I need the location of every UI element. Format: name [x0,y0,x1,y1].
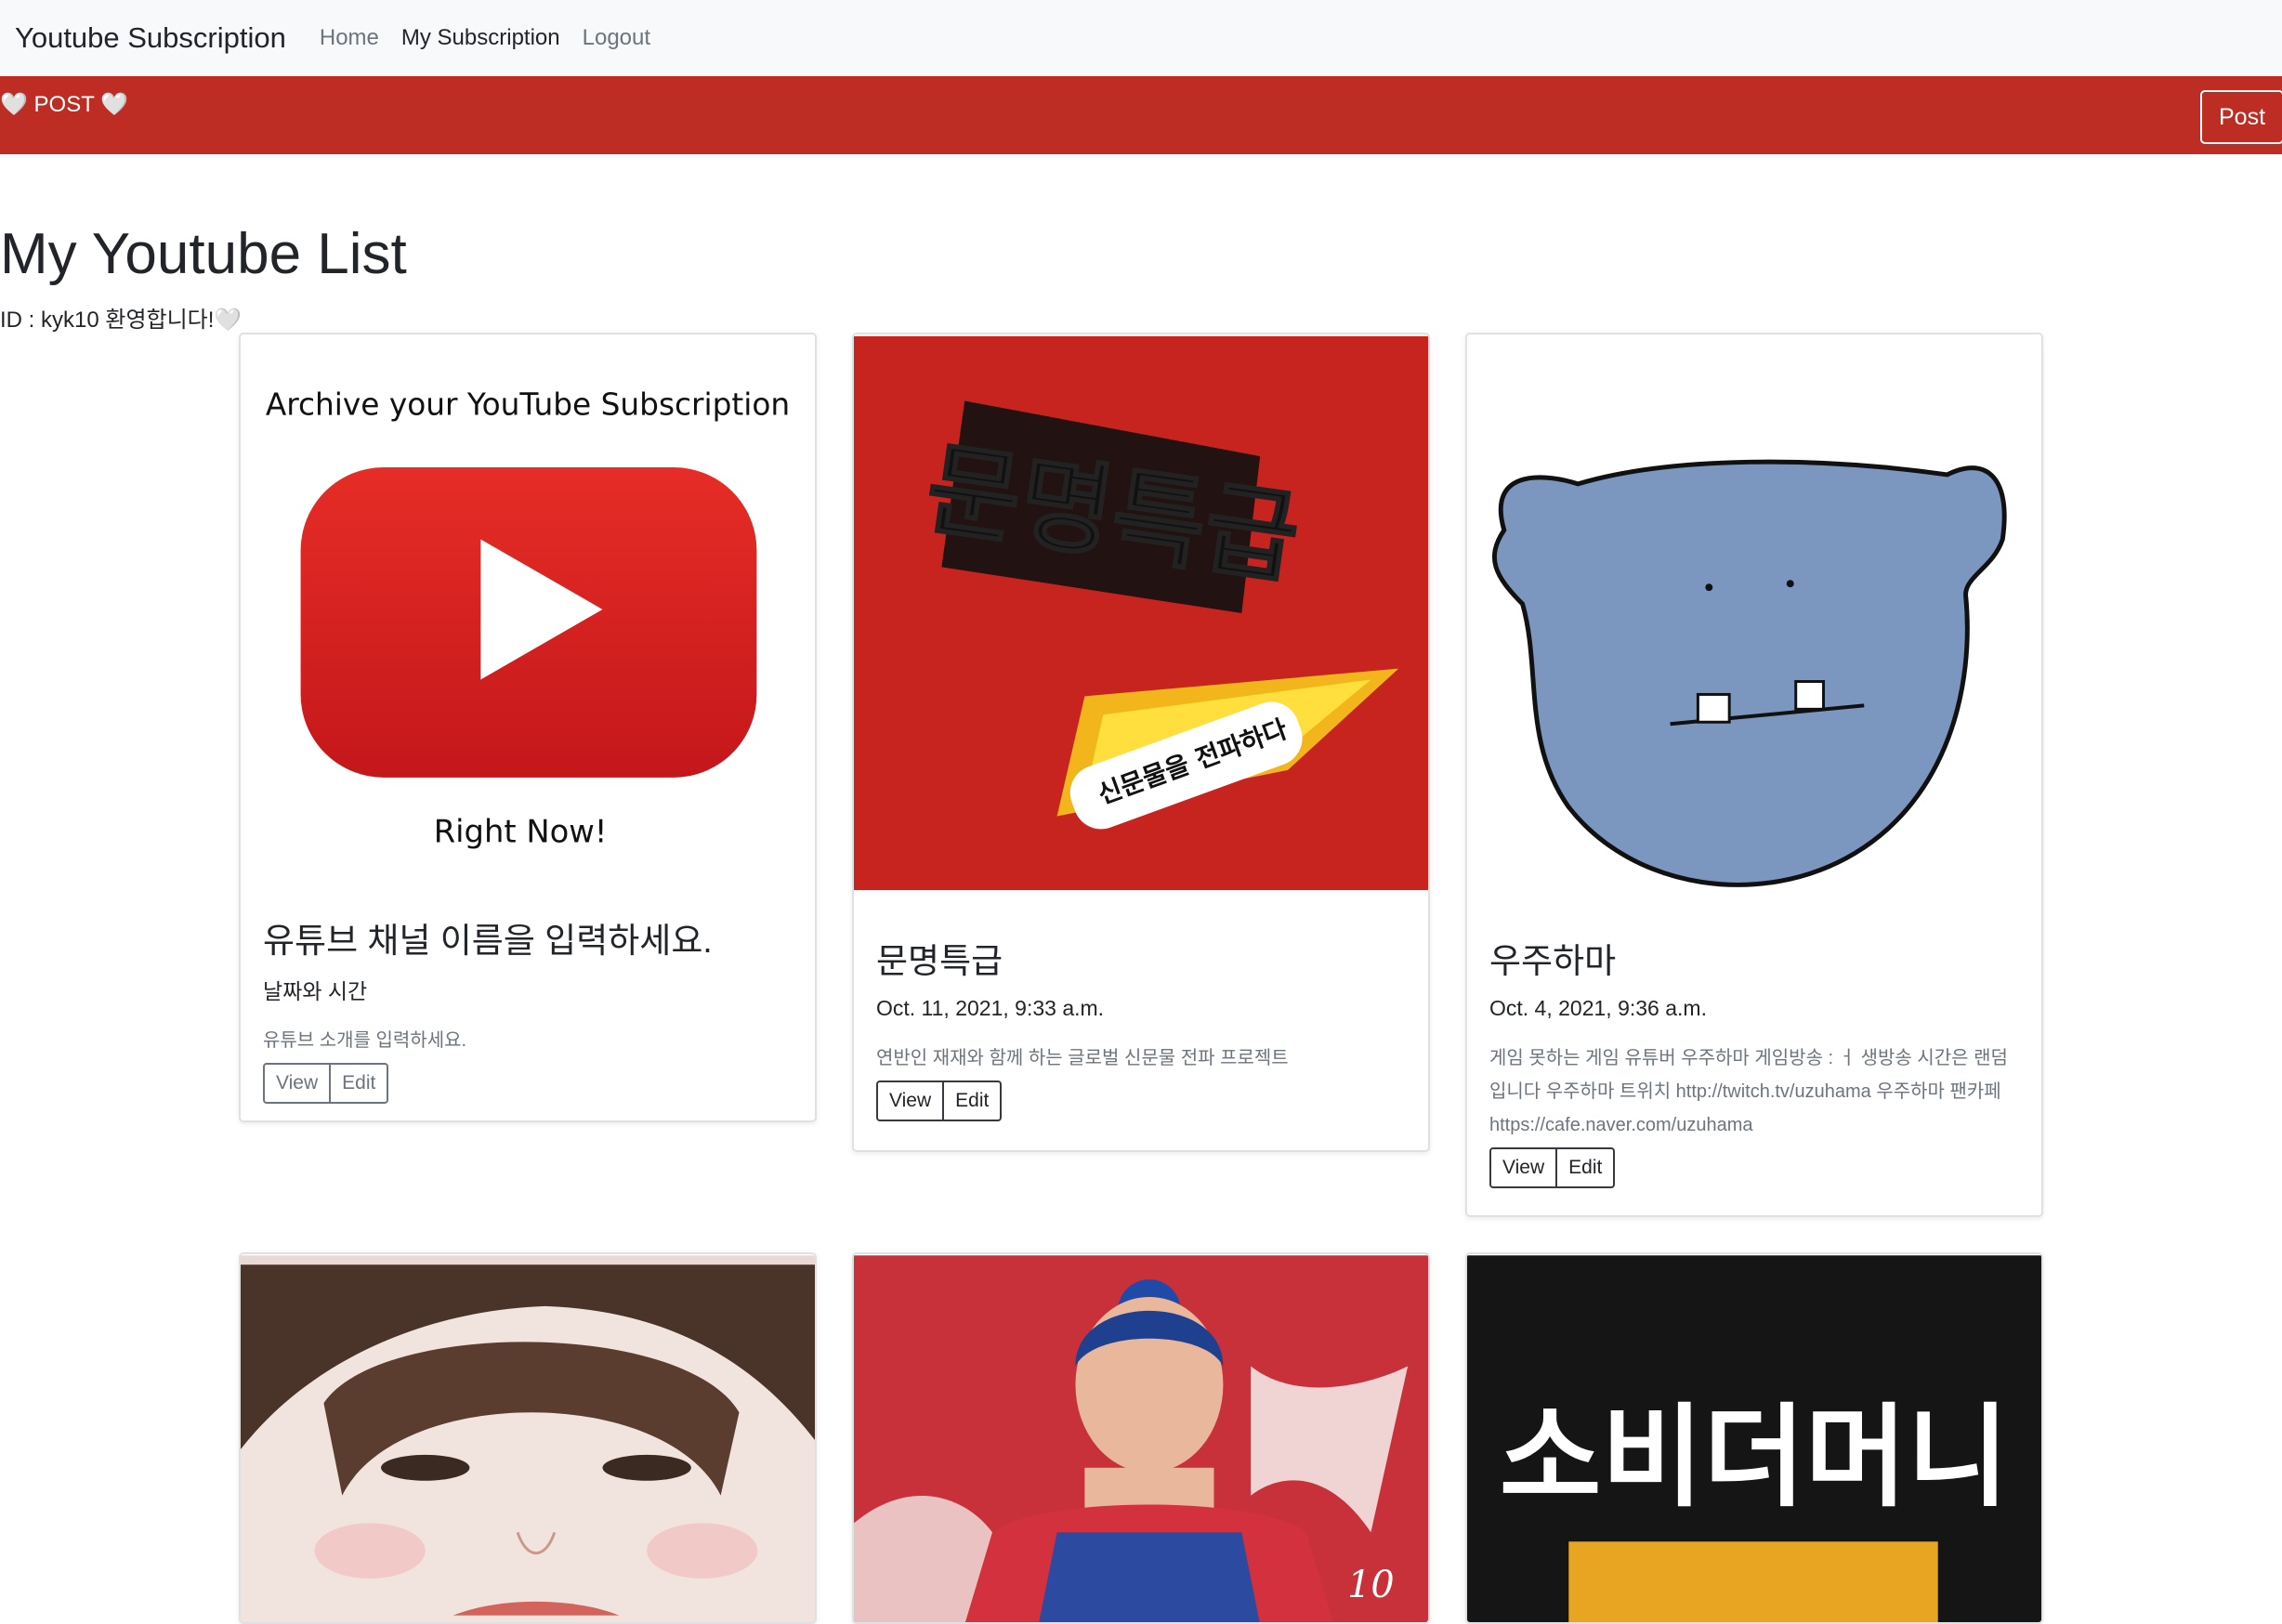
page-title: My Youtube List [0,222,407,286]
subscription-card: 소비더머니 [1465,1252,2043,1624]
nav-link-logout[interactable]: Logout [583,25,650,51]
image-heading-text: Archive your YouTube Subscription [266,386,790,422]
card-text: 게임 못하는 게임 유튜버 우주하마 게임방송 : ㅓ 생방송 시간은 랜덤입니… [1489,1048,2008,1135]
view-button[interactable]: View [263,1063,332,1104]
top-navbar: Youtube Subscription Home My Subscriptio… [0,0,2282,76]
channel-thumbnail-image: 문명특급 신문물을 전파하다 [854,335,1428,891]
view-button[interactable]: View [876,1080,945,1121]
jersey-number-text: 10 [1347,1564,1395,1606]
subscription-card: 문명특급 신문물을 전파하다 문명특급 Oct. 11, 2021, 9:33 … [852,333,1430,1152]
subscription-card [239,1252,817,1624]
view-button[interactable]: View [1489,1147,1558,1188]
card-text: 연반인 재재와 함께 하는 글로벌 신문물 전파 프로젝트 [876,1048,1289,1068]
nav-link-home[interactable]: Home [320,25,379,51]
portrait-photo-image [241,1255,815,1622]
image-footer-text: Right Now! [434,813,608,849]
card-date: Oct. 4, 2021, 9:36 a.m. [1489,996,1707,1020]
edit-button[interactable]: Edit [942,1080,1003,1121]
youtube-logo-image: Archive your YouTube Subscription Right … [241,335,815,884]
edit-button[interactable]: Edit [1555,1147,1616,1188]
thumbnail-title-text: 소비더머니 [1500,1394,2009,1523]
channel-thumbnail-image: 소비더머니 [1467,1255,2041,1622]
subscription-card: Archive your YouTube Subscription Right … [239,333,817,1122]
card-date: Oct. 11, 2021, 9:33 a.m. [876,996,1105,1020]
post-bar-title: 🤍 POST 🤍 [0,92,129,117]
nav-link-my-subscription[interactable]: My Subscription [401,25,560,51]
post-bar: 🤍 POST 🤍 Post [0,76,2282,154]
card-title: 유튜브 채널 이름을 입력하세요. [263,922,713,960]
card-text: 유튜브 소개를 입력하세요. [263,1030,467,1051]
subscription-card: 우주하마 Oct. 4, 2021, 9:36 a.m. 게임 못하는 게임 유… [1465,333,2043,1217]
card-title: 문명특급 [876,942,1003,980]
navbar-brand[interactable]: Youtube Subscription [15,21,286,55]
edit-button[interactable]: Edit [329,1063,389,1104]
welcome-text: ID : kyk10 환영합니다!🤍 [0,308,243,333]
volleyball-player-image: 10 [854,1255,1428,1622]
card-date: 날짜와 시간 [263,979,368,1003]
card-button-group: View Edit [1489,1147,1616,1188]
subscription-card: 10 [852,1252,1430,1624]
card-button-group: View Edit [263,1063,389,1104]
card-button-group: View Edit [876,1080,1003,1121]
post-button[interactable]: Post [2200,90,2282,144]
channel-thumbnail-image [1467,335,2041,891]
card-title: 우주하마 [1489,942,1617,980]
